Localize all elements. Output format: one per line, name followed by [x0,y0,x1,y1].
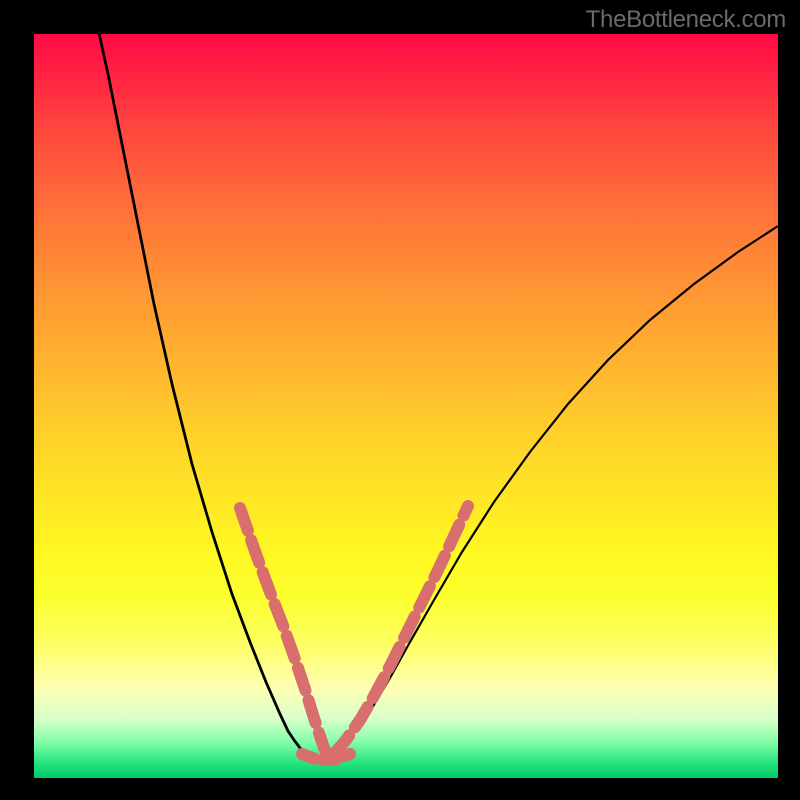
series-overlay-beads-bottom [302,754,350,760]
chart-frame: TheBottleneck.com [0,0,800,800]
series-overlay-beads-left [240,508,328,756]
chart-svg [34,34,778,778]
plot-area [34,34,778,778]
series-overlay-beads-right [334,506,468,754]
watermark-text: TheBottleneck.com [586,6,786,34]
series-curve-left [97,34,312,758]
